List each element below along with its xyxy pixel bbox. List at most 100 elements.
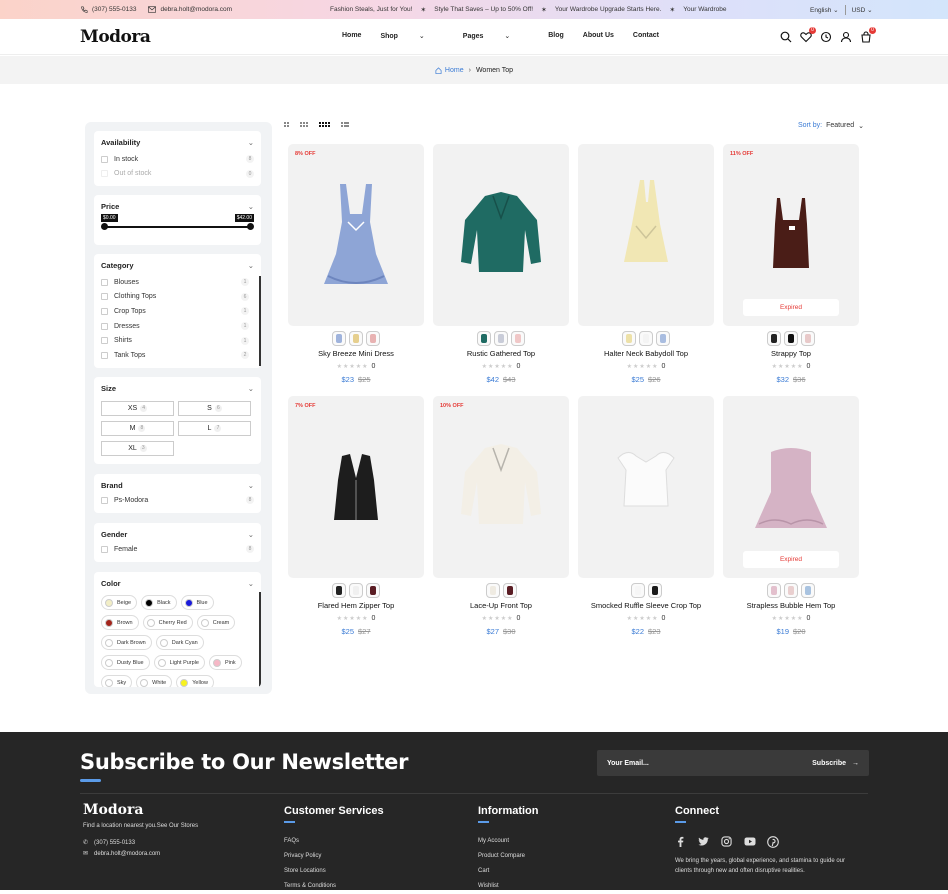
variant-thumb[interactable] (767, 331, 781, 346)
facebook-icon[interactable] (675, 836, 686, 847)
filter-heading[interactable]: Availability ⌄ (101, 138, 254, 147)
color-swatch-option[interactable]: Dusty Blue (101, 655, 150, 670)
product-image[interactable] (578, 144, 714, 326)
footer-link[interactable]: Product Compare (478, 849, 539, 864)
checkbox[interactable] (101, 351, 108, 359)
color-swatch-option[interactable]: Cherry Red (142, 615, 193, 630)
variant-thumb[interactable] (656, 331, 670, 346)
variant-thumb[interactable] (349, 331, 363, 346)
checkbox[interactable] (101, 307, 108, 315)
size-option[interactable]: M8 (101, 421, 174, 436)
variant-thumb[interactable] (502, 583, 517, 598)
email-contact[interactable]: debra.holt@modora.com (148, 6, 232, 13)
variant-thumb[interactable] (630, 583, 645, 598)
color-swatch-option[interactable]: Light Purple (153, 655, 205, 670)
footer-link[interactable]: Privacy Policy (284, 849, 384, 864)
grid-3-icon[interactable] (300, 122, 308, 127)
filter-option[interactable]: Clothing Tops 6 (101, 290, 249, 305)
variant-thumb[interactable] (622, 331, 636, 346)
filter-option[interactable]: Ps-Modora 8 (101, 493, 254, 508)
nav-about[interactable]: About Us (583, 32, 614, 40)
price-slider[interactable]: $0.00 $42.00 (101, 214, 254, 232)
variant-thumb[interactable] (784, 331, 798, 346)
nav-shop[interactable]: Shop ⌄ (380, 32, 443, 40)
color-swatch-option[interactable]: Beige (101, 595, 138, 610)
pinterest-icon[interactable] (767, 836, 779, 848)
color-swatch-option[interactable]: Pink (208, 655, 242, 670)
instagram-icon[interactable] (721, 836, 732, 847)
product-name[interactable]: Strappy Top (723, 349, 859, 358)
filter-option[interactable]: Dresses 1 (101, 319, 249, 334)
variant-thumb[interactable] (332, 331, 346, 346)
product-name[interactable]: Smocked Ruffle Sleeve Crop Top (578, 601, 714, 610)
variant-thumb[interactable] (801, 583, 815, 598)
nav-blog[interactable]: Blog (548, 32, 564, 40)
variant-thumb[interactable] (784, 583, 798, 598)
product-card[interactable]: 7% OFF Flared Hem Zipper Top ★★★★★ 0 $25 $… (288, 396, 424, 636)
nav-pages[interactable]: Pages ⌄ (463, 32, 529, 40)
account-icon[interactable] (840, 31, 852, 43)
filter-option[interactable]: Female 8 (101, 542, 254, 557)
product-card[interactable]: 8% OFF Sky Breeze Mini Dress ★★★★★ 0 $23 $… (288, 144, 424, 384)
product-image[interactable] (433, 144, 569, 326)
checkbox[interactable] (101, 322, 108, 330)
color-swatch-option[interactable]: White (136, 675, 173, 687)
filter-heading[interactable]: Size ⌄ (101, 384, 254, 393)
product-name[interactable]: Strapless Bubble Hem Top (723, 601, 859, 610)
scrollbar[interactable] (259, 592, 261, 687)
product-card[interactable]: Rustic Gathered Top ★★★★★ 0 $42 $43 (433, 144, 569, 384)
subscribe-button[interactable]: Subscribe → (812, 760, 859, 767)
filter-option[interactable]: Shirts 1 (101, 333, 249, 348)
variant-thumb[interactable] (494, 331, 508, 346)
footer-phone[interactable]: ✆ (307) 555-0133 (83, 839, 135, 847)
size-option[interactable]: XL 3 (101, 441, 174, 456)
cart-icon[interactable]: 0 (860, 27, 876, 43)
nav-contact[interactable]: Contact (633, 32, 659, 40)
checkbox[interactable] (101, 293, 108, 301)
product-card[interactable]: 10% OFF Lace-Up Front Top ★★★★★ 0 $27 $30 (433, 396, 569, 636)
variant-thumb[interactable] (366, 331, 380, 346)
product-image[interactable] (578, 396, 714, 578)
language-select[interactable]: English ⌄ (810, 6, 839, 14)
checkbox[interactable] (101, 278, 108, 286)
grid-4-icon[interactable] (319, 122, 330, 127)
product-card[interactable]: 11% OFF Expired Strappy Top ★★★★★ 0 $32 $36 (723, 144, 859, 384)
newsletter-email-input[interactable]: Your Email... (607, 760, 649, 767)
search-icon[interactable] (780, 31, 792, 43)
footer-logo[interactable]: Modora (83, 802, 143, 818)
filter-heading[interactable]: Category ⌄ (101, 261, 254, 270)
variant-thumb[interactable] (647, 583, 662, 598)
variant-thumb[interactable] (349, 583, 363, 598)
product-name[interactable]: Rustic Gathered Top (433, 349, 569, 358)
footer-link[interactable]: Wishlist (478, 879, 539, 894)
variant-thumb[interactable] (477, 331, 491, 346)
color-swatch-option[interactable]: Cream (196, 615, 236, 630)
color-swatch-option[interactable]: Sky (101, 675, 133, 687)
filter-option[interactable]: Tank Tops 2 (101, 348, 249, 363)
product-card[interactable]: Expired Strapless Bubble Hem Top ★★★★★ 0 … (723, 396, 859, 636)
footer-link[interactable]: Store Locations (284, 864, 384, 879)
color-swatch-option[interactable]: Dark Brown (101, 635, 152, 650)
variant-thumb[interactable] (639, 331, 653, 346)
product-image[interactable]: 8% OFF (288, 144, 424, 326)
currency-select[interactable]: USD ⌄ (852, 6, 873, 14)
product-name[interactable]: Halter Neck Babydoll Top (578, 349, 714, 358)
checkbox[interactable] (101, 545, 108, 553)
filter-heading[interactable]: Price ⌄ (101, 202, 254, 211)
footer-link[interactable]: Cart (478, 864, 539, 879)
twitter-icon[interactable] (698, 836, 709, 847)
site-logo[interactable]: Modora (80, 27, 151, 47)
filter-option[interactable]: In stock 8 (101, 152, 254, 167)
sort-select[interactable]: Sort by: Featured ⌄ (798, 122, 864, 130)
history-icon[interactable] (820, 31, 832, 43)
nav-home[interactable]: Home (342, 32, 361, 40)
product-name[interactable]: Sky Breeze Mini Dress (288, 349, 424, 358)
checkbox[interactable] (101, 337, 108, 345)
color-swatch-option[interactable]: Yellow (176, 675, 214, 687)
size-option[interactable]: XS 4 (101, 401, 174, 416)
footer-link[interactable]: My Account (478, 834, 539, 849)
product-image[interactable]: Expired (723, 396, 859, 578)
product-image[interactable]: 11% OFF Expired (723, 144, 859, 326)
filter-option[interactable]: Crop Tops 1 (101, 304, 249, 319)
color-swatch-option[interactable]: Black (141, 595, 177, 610)
